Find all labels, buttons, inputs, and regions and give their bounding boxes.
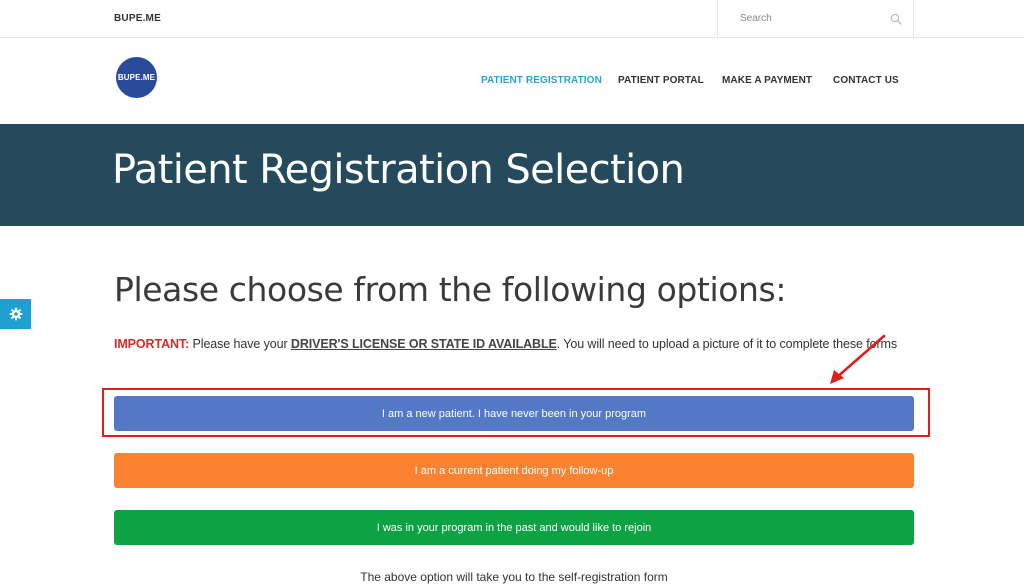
nav-make-a-payment[interactable]: MAKE A PAYMENT xyxy=(722,75,812,86)
important-label: IMPORTANT: xyxy=(114,337,190,351)
search-input[interactable] xyxy=(718,0,888,37)
site-header: BUPE.ME PATIENT REGISTRATION PATIENT POR… xyxy=(0,38,1024,124)
gear-icon xyxy=(9,307,22,321)
settings-tab[interactable] xyxy=(0,299,31,329)
search-icon[interactable] xyxy=(890,13,902,25)
new-patient-button[interactable]: I am a new patient. I have never been in… xyxy=(114,396,914,431)
search-box xyxy=(717,0,914,38)
top-bar: BUPE.ME xyxy=(0,0,1024,38)
brand-link[interactable]: BUPE.ME xyxy=(114,13,161,24)
nav-patient-portal[interactable]: PATIENT PORTAL xyxy=(618,75,704,86)
important-notice: IMPORTANT: Please have your DRIVER'S LIC… xyxy=(114,337,897,351)
notice-text-before: Please have your xyxy=(189,337,291,351)
nav-contact-us[interactable]: CONTACT US xyxy=(833,75,899,86)
notice-text-after: . You will need to upload a picture of i… xyxy=(556,337,897,351)
rejoin-program-button[interactable]: I was in your program in the past and wo… xyxy=(114,510,914,545)
main-nav: PATIENT REGISTRATION PATIENT PORTAL MAKE… xyxy=(0,75,1024,87)
page-banner: Patient Registration Selection xyxy=(0,124,1024,226)
options-heading: Please choose from the following options… xyxy=(114,270,787,309)
required-document: DRIVER'S LICENSE OR STATE ID AVAILABLE xyxy=(290,337,557,351)
self-registration-note: The above option will take you to the se… xyxy=(360,570,668,584)
current-patient-button[interactable]: I am a current patient doing my follow-u… xyxy=(114,453,914,488)
page-title: Patient Registration Selection xyxy=(112,147,685,193)
nav-patient-registration[interactable]: PATIENT REGISTRATION xyxy=(481,75,602,86)
